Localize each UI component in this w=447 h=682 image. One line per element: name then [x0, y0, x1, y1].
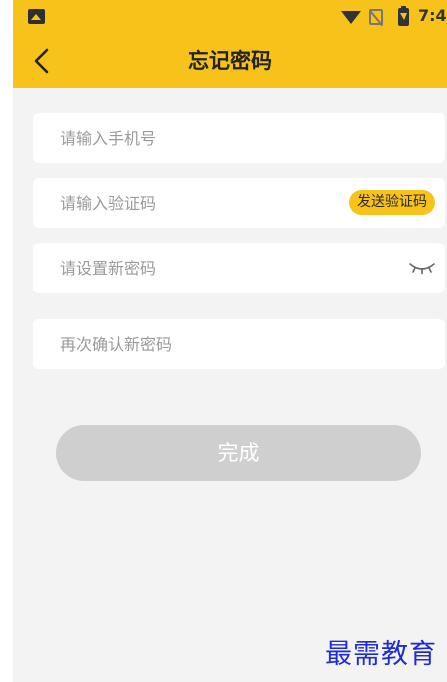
- watermark: 最需教育: [325, 639, 437, 670]
- eye-closed-icon: [409, 263, 435, 275]
- battery-charging-icon: [398, 6, 409, 26]
- confirm-password-input[interactable]: [33, 319, 445, 369]
- verification-code-field: 发送验证码: [33, 178, 445, 228]
- phone-field: [33, 113, 445, 163]
- send-code-button[interactable]: 发送验证码: [349, 190, 435, 215]
- wifi-icon: [341, 11, 361, 24]
- title-bar: 忘记密码: [13, 34, 447, 88]
- status-time: 7:44: [418, 6, 447, 25]
- back-button[interactable]: [27, 44, 61, 78]
- phone-input[interactable]: [33, 113, 445, 163]
- status-bar: 7:44: [13, 0, 447, 34]
- password-visibility-toggle[interactable]: [407, 258, 437, 278]
- back-arrow-icon: [34, 48, 49, 74]
- new-password-input[interactable]: [33, 243, 445, 293]
- no-sim-icon: [369, 9, 383, 25]
- forgot-password-screen: 7:44 忘记密码 发送验证码 完成 最需教育: [13, 0, 447, 682]
- image-icon: [28, 9, 45, 24]
- new-password-field: [33, 243, 445, 293]
- confirm-password-field: [33, 319, 445, 369]
- submit-button[interactable]: 完成: [56, 425, 421, 481]
- page-title: 忘记密码: [188, 49, 272, 73]
